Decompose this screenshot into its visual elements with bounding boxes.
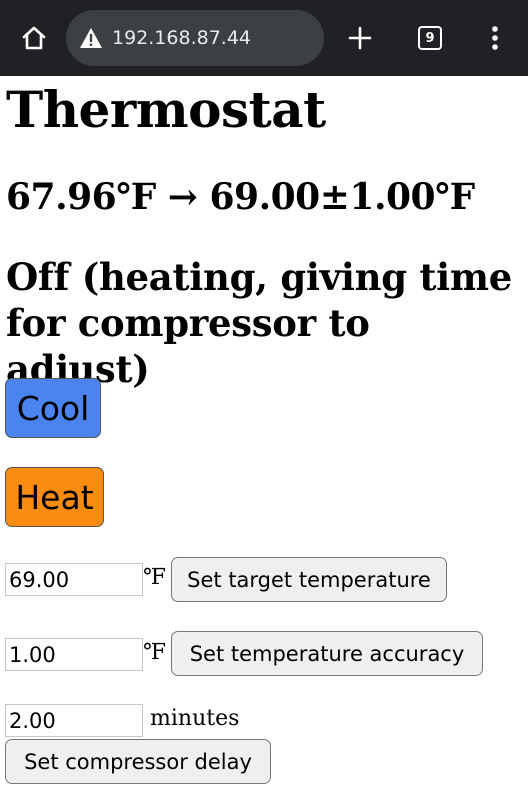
home-icon[interactable] (14, 20, 54, 56)
tab-switcher-icon[interactable]: 9 (412, 20, 448, 56)
tab-count: 9 (418, 26, 442, 50)
heat-button[interactable]: Heat (5, 467, 104, 527)
set-temperature-accuracy-button[interactable]: Set temperature accuracy (171, 631, 483, 676)
url-text: 192.168.87.44 (112, 27, 252, 49)
page-title: Thermostat (6, 80, 326, 139)
accuracy-unit-label: ℉ (143, 640, 167, 665)
temperature-readout: 67.96℉ → 69.00±1.00℉ (6, 176, 475, 218)
target-temperature-input[interactable] (5, 563, 143, 596)
compressor-delay-input[interactable] (5, 704, 143, 737)
not-secure-warning-icon[interactable] (78, 25, 104, 51)
cool-button[interactable]: Cool (5, 378, 101, 438)
target-unit-label: ℉ (143, 565, 167, 590)
set-compressor-delay-button[interactable]: Set compressor delay (5, 739, 271, 784)
delay-unit-label: minutes (150, 706, 240, 731)
plus-icon[interactable] (342, 20, 378, 56)
set-target-temperature-button[interactable]: Set target temperature (171, 557, 447, 602)
temperature-accuracy-input[interactable] (5, 638, 143, 671)
more-vert-icon[interactable] (480, 20, 510, 56)
browser-toolbar: 192.168.87.44 9 (0, 0, 528, 76)
status-text: Off (heating, giving time for compressor… (6, 255, 513, 391)
address-bar[interactable]: 192.168.87.44 (66, 10, 324, 66)
